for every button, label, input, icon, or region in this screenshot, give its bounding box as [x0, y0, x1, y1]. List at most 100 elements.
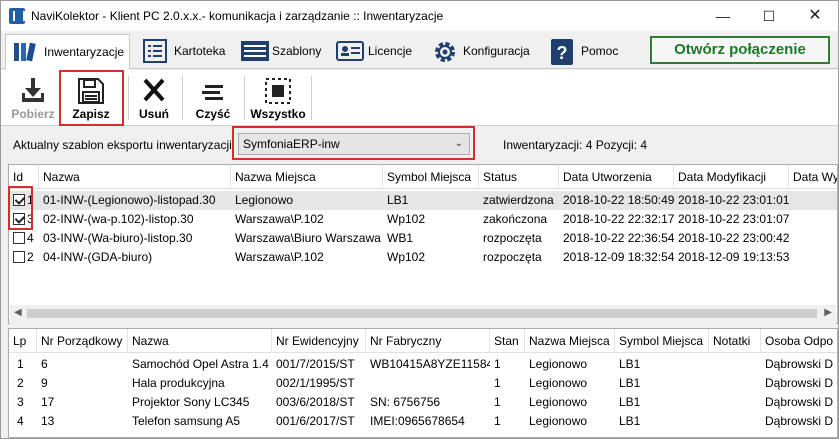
cell-place: Legionowo — [529, 414, 588, 428]
maximize-button[interactable]: ☐ — [746, 1, 792, 31]
toolbar: Pobierz Zapisz Usuń Czyść Wszystko — [1, 70, 838, 126]
cell-stan: 1 — [494, 414, 501, 428]
cell-status: zakończona — [483, 212, 548, 226]
open-connection-button[interactable]: Otwórz połączenie — [650, 36, 830, 64]
column-header[interactable]: Notatki — [709, 329, 761, 353]
tab-konfiguracja[interactable]: Konfiguracja — [425, 34, 539, 68]
cell-place: Legionowo — [529, 357, 588, 371]
tab-label: Kartoteka — [174, 44, 226, 58]
clear-button[interactable]: Czyść — [189, 72, 237, 124]
column-header[interactable]: Lp — [9, 329, 37, 353]
toolbar-divider — [128, 76, 129, 120]
app-window: NaviKolektor - Klient PC 2.0.x.x.- komun… — [0, 0, 839, 439]
tab-licencje[interactable]: Licencje — [330, 34, 422, 68]
cell-fab: SN: 6756756 — [370, 395, 441, 409]
table-row[interactable]: 3 02-INW-(wa-p.102)-listop.30 Warszawa\P… — [9, 210, 837, 229]
select-all-label: Wszystko — [250, 107, 306, 121]
cell-modified: 2018-10-22 23:01:07 — [678, 212, 789, 226]
tab-kartoteka[interactable]: Kartoteka — [136, 34, 230, 68]
column-header[interactable]: Stan — [490, 329, 525, 353]
tab-inwentaryzacje[interactable]: Inwentaryzacje — [5, 34, 130, 70]
cell-created: 2018-12-09 18:32:54 — [563, 250, 674, 264]
close-button[interactable]: ✕ — [792, 1, 838, 31]
column-header[interactable]: Data Modyfikacji — [674, 165, 789, 189]
cell-place: Legionowo — [235, 193, 294, 207]
column-header[interactable]: Nazwa — [39, 165, 231, 189]
cell-stan: 1 — [494, 395, 501, 409]
table-row[interactable]: 2 9 Hala produkcyjna 002/1/1995/ST 1 Leg… — [9, 374, 837, 393]
cell-name: 03-INW-(Wa-biuro)-listop.30 — [43, 231, 193, 245]
column-header[interactable]: Nazwa — [128, 329, 272, 353]
row-checkbox[interactable] — [13, 232, 25, 244]
download-button[interactable]: Pobierz — [9, 72, 57, 124]
column-header[interactable]: Data Utworzenia — [559, 165, 674, 189]
horizontal-scrollbar[interactable]: ◀ ▶ — [10, 305, 836, 322]
template-highlight — [232, 126, 475, 160]
tab-label: Licencje — [368, 44, 413, 58]
cell-symbol: Wp102 — [387, 250, 426, 264]
column-header[interactable]: Data Wy — [789, 165, 837, 189]
toolbar-divider — [182, 76, 183, 120]
table-row[interactable]: 1 01-INW-(Legionowo)-listopad.30 Legiono… — [9, 191, 837, 210]
minimize-button[interactable]: — — [700, 1, 746, 31]
column-header[interactable]: Nazwa Miejsca — [525, 329, 615, 353]
column-header[interactable]: Symbol Miejsca — [383, 165, 479, 189]
column-header[interactable]: Nr Porządkowy — [37, 329, 128, 353]
download-icon — [22, 78, 44, 102]
cell-notes — [709, 412, 761, 431]
cell-fab: WB10415A8YZE11584 — [370, 357, 490, 371]
cell-symbol: LB1 — [619, 357, 641, 371]
column-header[interactable]: Nazwa Miejsca — [231, 165, 383, 189]
gear-icon — [431, 38, 457, 64]
cell-ev: 002/1/1995/ST — [276, 376, 355, 390]
cell-ev: 003/6/2018/ST — [276, 395, 355, 409]
help-icon: ? — [549, 38, 575, 65]
cell-stan: 1 — [494, 357, 501, 371]
column-header[interactable]: Osoba Odpo — [761, 329, 837, 353]
tab-strip: Inwentaryzacje Kartoteka Szablony Licenc… — [1, 31, 838, 70]
cell-notes — [709, 355, 761, 374]
cell-name: Telefon samsung A5 — [132, 414, 241, 428]
barcode-books-icon — [12, 39, 38, 65]
cell-symbol: LB1 — [619, 414, 641, 428]
cell-symbol: WB1 — [387, 231, 414, 245]
select-all-icon — [265, 78, 291, 104]
items-table: Lp Nr Porządkowy Nazwa Nr Ewidencyjny Nr… — [8, 328, 838, 438]
toolbar-divider — [244, 76, 245, 120]
table-row[interactable]: 4 13 Telefon samsung A5 001/6/2017/ST IM… — [9, 412, 837, 431]
table-row[interactable]: 4 03-INW-(Wa-biuro)-listop.30 Warszawa\B… — [9, 229, 837, 248]
cell-person: Dąbrowski D — [765, 357, 834, 371]
cell-ev: 001/7/2015/ST — [276, 357, 355, 371]
cell-notes — [709, 374, 761, 393]
cell-name: Hala produkcyjna — [132, 376, 225, 390]
column-header[interactable]: Status — [479, 165, 559, 189]
tab-label: Pomoc — [581, 44, 619, 58]
cell-created: 2018-10-22 22:36:54 — [563, 231, 674, 245]
row-checkbox[interactable] — [13, 251, 25, 263]
scroll-right-icon[interactable]: ▶ — [824, 307, 832, 318]
cell-lp: 3 — [17, 395, 24, 409]
select-all-button[interactable]: Wszystko — [248, 72, 308, 124]
cell-id: 2 — [27, 250, 34, 264]
table-row[interactable]: 2 04-INW-(GDA-biuro) Warszawa\P.102 Wp10… — [9, 248, 837, 267]
table-row[interactable]: 3 17 Projektor Sony LC345 003/6/2018/ST … — [9, 393, 837, 412]
tab-szablony[interactable]: Szablony — [234, 34, 328, 68]
delete-button[interactable]: Usuń — [132, 72, 176, 124]
tab-pomoc[interactable]: ? Pomoc — [543, 34, 627, 68]
cell-stan: 1 — [494, 376, 501, 390]
column-header[interactable]: Nr Fabryczny — [366, 329, 490, 353]
cell-name: 02-INW-(wa-p.102)-listop.30 — [43, 212, 194, 226]
cell-lp: 2 — [17, 376, 24, 390]
cell-status: zatwierdzona — [483, 193, 554, 207]
cell-status: rozpoczęta — [483, 250, 542, 264]
id-card-icon — [336, 38, 364, 64]
scroll-thumb[interactable] — [27, 309, 817, 318]
cell-fab — [366, 374, 490, 393]
table-row[interactable]: 1 6 Samochód Opel Astra 1.4 001/7/2015/S… — [9, 355, 837, 374]
template-row: Aktualny szablon eksportu inwentaryzacji… — [1, 126, 838, 163]
scroll-left-icon[interactable]: ◀ — [14, 307, 22, 318]
cell-name: 01-INW-(Legionowo)-listopad.30 — [43, 193, 216, 207]
list-icon — [142, 38, 168, 64]
column-header[interactable]: Nr Ewidencyjny — [272, 329, 366, 353]
column-header[interactable]: Symbol Miejsca — [615, 329, 709, 353]
